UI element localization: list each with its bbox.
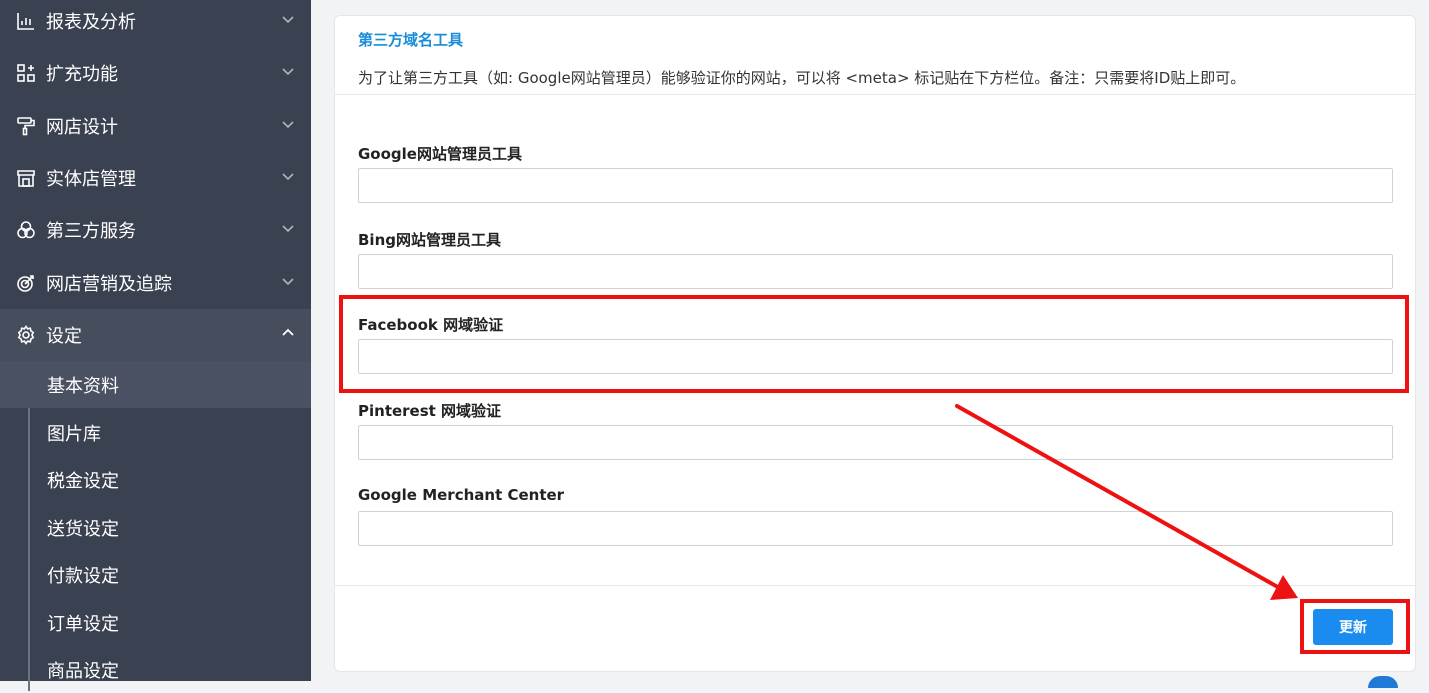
circles-icon	[16, 220, 36, 240]
sidebar-subitem-label: 税金设定	[47, 470, 119, 492]
sidebar-item-label: 设定	[46, 326, 82, 347]
google-webmaster-label: Google网站管理员工具	[358, 145, 522, 163]
header-divider	[335, 94, 1415, 95]
chart-icon	[16, 11, 36, 31]
domain-tools-card: 第三方域名工具 为了让第三方工具（如: Google网站管理员）能够验证你的网站…	[334, 15, 1416, 672]
sidebar-subitem-label: 图片库	[47, 423, 101, 445]
sidebar-subitem-label: 付款设定	[47, 565, 119, 587]
sidebar-subitem-products[interactable]: 商品设定	[0, 646, 311, 693]
chevron-down-icon	[282, 225, 294, 233]
gear-icon	[16, 325, 36, 345]
apps-grid-icon	[16, 63, 36, 83]
sidebar-item-physical-store[interactable]: 实体店管理	[0, 152, 311, 204]
facebook-domain-input[interactable]	[358, 339, 1393, 374]
sidebar-subitem-image-library[interactable]: 图片库	[0, 409, 311, 456]
section-title: 第三方域名工具	[358, 31, 464, 49]
chevron-down-icon	[282, 68, 294, 76]
sidebar-subitem-label: 送货设定	[47, 518, 119, 540]
sidebar-subitem-shipping[interactable]: 送货设定	[0, 504, 311, 551]
target-icon	[16, 273, 36, 293]
chevron-down-icon	[282, 16, 294, 24]
sidebar-subitem-label: 商品设定	[47, 660, 119, 682]
sidebar-subitem-label: 基本资料	[47, 375, 119, 397]
help-bubble-icon[interactable]	[1368, 676, 1398, 688]
sidebar-subitem-orders[interactable]: 订单设定	[0, 599, 311, 646]
sidebar-item-marketing[interactable]: 网店营销及追踪	[0, 257, 311, 309]
chevron-down-icon	[282, 121, 294, 129]
facebook-domain-label: Facebook 网域验证	[358, 316, 504, 334]
sidebar-item-store-design[interactable]: 网店设计	[0, 100, 311, 152]
sidebar-item-label: 第三方服务	[46, 221, 136, 242]
bing-webmaster-label: Bing网站管理员工具	[358, 231, 501, 249]
update-button[interactable]: 更新	[1313, 609, 1393, 645]
pinterest-domain-label: Pinterest 网域验证	[358, 402, 502, 420]
sidebar-item-label: 扩充功能	[46, 64, 118, 85]
chevron-down-icon	[282, 173, 294, 181]
google-webmaster-input[interactable]	[358, 168, 1393, 203]
sidebar-item-third-party[interactable]: 第三方服务	[0, 204, 311, 256]
bing-webmaster-input[interactable]	[358, 254, 1393, 289]
google-merchant-input[interactable]	[358, 511, 1393, 546]
footer-divider	[335, 585, 1415, 586]
sidebar-item-label: 报表及分析	[46, 12, 136, 33]
sidebar-item-label: 网店设计	[46, 117, 118, 138]
sidebar-item-reports[interactable]: 报表及分析	[0, 0, 311, 47]
sidebar-item-extensions[interactable]: 扩充功能	[0, 47, 311, 99]
sidebar-subitem-tax[interactable]: 税金设定	[0, 456, 311, 503]
sidebar-item-label: 实体店管理	[46, 169, 136, 190]
chevron-up-icon	[282, 328, 294, 336]
section-description: 为了让第三方工具（如: Google网站管理员）能够验证你的网站，可以将 <me…	[358, 69, 1246, 87]
sidebar-subitem-basic-info[interactable]: 基本资料	[0, 361, 311, 408]
google-merchant-label: Google Merchant Center	[358, 486, 565, 504]
chevron-down-icon	[282, 278, 294, 286]
paint-roller-icon	[16, 116, 36, 136]
sidebar: 报表及分析 扩充功能 网店设计 实体店管理 第三方服务 网店营销及追踪 设定 基…	[0, 0, 311, 691]
sidebar-item-label: 网店营销及追踪	[46, 274, 172, 295]
store-icon	[16, 168, 36, 188]
sidebar-subitem-payment[interactable]: 付款设定	[0, 551, 311, 598]
sidebar-item-settings[interactable]: 设定	[0, 309, 311, 361]
pinterest-domain-input[interactable]	[358, 425, 1393, 460]
sidebar-subitem-label: 订单设定	[47, 613, 119, 635]
